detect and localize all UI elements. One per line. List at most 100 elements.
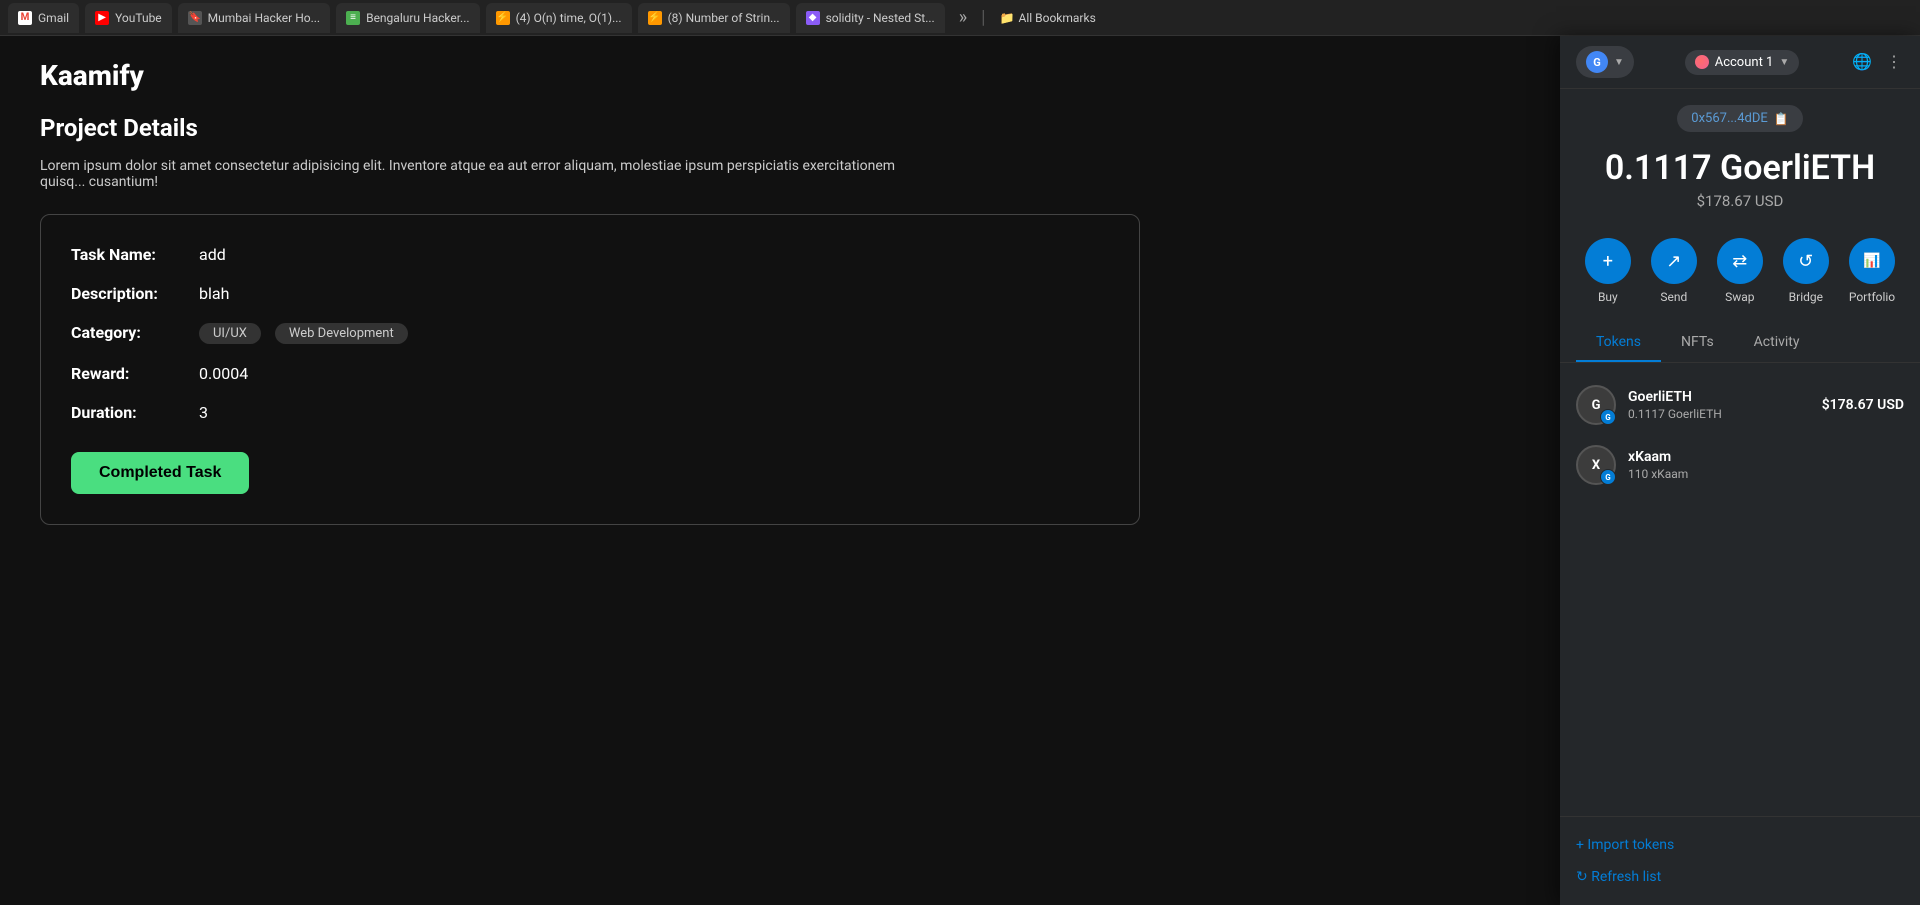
tab-bengaluru-label: Bengaluru Hacker... bbox=[366, 11, 469, 25]
tab-number-strings[interactable]: ⚡ (8) Number of Strin... bbox=[638, 3, 790, 33]
mm-tabs: Tokens NFTs Activity bbox=[1560, 324, 1920, 363]
task-category-label: Category: bbox=[71, 323, 191, 342]
task-category-field: Category: UI/UX Web Development bbox=[71, 323, 1109, 344]
mm-address-badge[interactable]: 0x567...4dDE 📋 bbox=[1677, 105, 1802, 132]
mm-swap-icon: ⇄ bbox=[1717, 238, 1763, 284]
mm-footer-actions: + Import tokens ↻ Refresh list bbox=[1560, 816, 1920, 905]
mm-network-avatar: G bbox=[1586, 51, 1608, 73]
mm-goerlieth-info: GoerliETH 0.1117 GoerliETH bbox=[1628, 389, 1810, 421]
lightning-icon-2: ⚡ bbox=[648, 11, 662, 25]
tab-solidity-label: solidity - Nested St... bbox=[826, 11, 935, 25]
mm-import-tokens-link[interactable]: + Import tokens bbox=[1576, 829, 1904, 861]
metamask-panel: G ▼ Account 1 ▼ 🌐 ⋮ 0x567...4dDE 📋 0.111… bbox=[1560, 36, 1920, 905]
mm-address-section: 0x567...4dDE 📋 bbox=[1560, 89, 1920, 140]
mm-copy-icon: 📋 bbox=[1774, 112, 1789, 126]
mm-xkaam-avatar-letter: X bbox=[1592, 458, 1600, 473]
tab-number-strings-label: (8) Number of Strin... bbox=[668, 11, 780, 25]
mm-balance-section: 0.1117 GoerliETH $178.67 USD bbox=[1560, 140, 1920, 226]
mm-account-avatar bbox=[1695, 55, 1709, 69]
mm-portfolio-action[interactable]: 📊 Portfolio bbox=[1849, 238, 1895, 304]
mm-xkaam-avatar: X G bbox=[1576, 445, 1616, 485]
mm-account-button[interactable]: Account 1 ▼ bbox=[1685, 50, 1800, 75]
task-name-field: Task Name: add bbox=[71, 245, 1109, 264]
mm-global-icon-button[interactable]: 🌐 bbox=[1850, 50, 1874, 74]
tab-solidity[interactable]: ◆ solidity - Nested St... bbox=[796, 3, 945, 33]
mm-more-icon-button[interactable]: ⋮ bbox=[1884, 50, 1904, 74]
more-tabs-button[interactable]: » bbox=[951, 7, 975, 28]
solidity-icon: ◆ bbox=[806, 11, 820, 25]
youtube-icon: ▶ bbox=[95, 11, 109, 25]
all-bookmarks-label: All Bookmarks bbox=[1018, 11, 1095, 25]
mm-network-chevron: ▼ bbox=[1614, 57, 1624, 68]
tab-mumbai[interactable]: 🔖 Mumbai Hacker Ho... bbox=[178, 3, 330, 33]
task-description-label: Description: bbox=[71, 284, 191, 303]
browser-tab-bar: M Gmail ▶ YouTube 🔖 Mumbai Hacker Ho... … bbox=[0, 0, 1920, 36]
task-reward-field: Reward: 0.0004 bbox=[71, 364, 1109, 383]
task-card: Task Name: add Description: blah Categor… bbox=[40, 214, 1140, 525]
mm-network-button[interactable]: G ▼ bbox=[1576, 46, 1634, 78]
green-icon: ≡ bbox=[346, 11, 360, 25]
category-tag-webdev: Web Development bbox=[275, 323, 408, 344]
mm-bridge-action[interactable]: ↺ Bridge bbox=[1783, 238, 1829, 304]
mm-xkaam-balance: 110 xKaam bbox=[1628, 467, 1892, 481]
task-name-label: Task Name: bbox=[71, 245, 191, 264]
main-content: Kaamify My Projects 🔔 Project Details Lo… bbox=[0, 36, 1920, 905]
mm-balance-main: 0.1117 GoerliETH bbox=[1560, 148, 1920, 188]
mm-xkaam-info: xKaam 110 xKaam bbox=[1628, 449, 1892, 481]
mm-goerlieth-avatar-letter: G bbox=[1592, 398, 1601, 413]
kaamify-logo: Kaamify bbox=[40, 59, 144, 92]
mm-portfolio-icon: 📊 bbox=[1849, 238, 1895, 284]
mm-buy-icon: + bbox=[1585, 238, 1631, 284]
mm-balance-usd: $178.67 USD bbox=[1560, 192, 1920, 210]
mm-goerlieth-balance: 0.1117 GoerliETH bbox=[1628, 407, 1810, 421]
mm-token-list: G G GoerliETH 0.1117 GoerliETH $178.67 U… bbox=[1560, 363, 1920, 816]
task-description-value: blah bbox=[199, 284, 229, 303]
task-description-field: Description: blah bbox=[71, 284, 1109, 303]
tab-gmail-label: Gmail bbox=[38, 11, 69, 25]
mm-swap-label: Swap bbox=[1725, 290, 1754, 304]
mm-header: G ▼ Account 1 ▼ 🌐 ⋮ bbox=[1560, 36, 1920, 89]
tab-mumbai-label: Mumbai Hacker Ho... bbox=[208, 11, 320, 25]
tab-on-time-label: (4) O(n) time, O(1)... bbox=[516, 11, 622, 25]
mm-tab-activity[interactable]: Activity bbox=[1734, 324, 1820, 362]
mm-refresh-list-link[interactable]: ↻ Refresh list bbox=[1576, 861, 1904, 893]
mm-portfolio-label: Portfolio bbox=[1849, 290, 1895, 304]
task-reward-value: 0.0004 bbox=[199, 364, 248, 383]
tab-youtube[interactable]: ▶ YouTube bbox=[85, 3, 172, 33]
category-tag-uiux: UI/UX bbox=[199, 323, 261, 344]
mm-xkaam-badge: G bbox=[1600, 469, 1616, 485]
tab-bengaluru[interactable]: ≡ Bengaluru Hacker... bbox=[336, 3, 479, 33]
mm-account-label: Account 1 bbox=[1715, 55, 1774, 70]
token-item-xkaam[interactable]: X G xKaam 110 xKaam bbox=[1576, 435, 1904, 495]
mm-address-text: 0x567...4dDE bbox=[1691, 111, 1768, 126]
tab-separator: | bbox=[981, 7, 985, 28]
mm-send-action[interactable]: ↗ Send bbox=[1651, 238, 1697, 304]
mm-actions: + Buy ↗ Send ⇄ Swap ↺ Bridge 📊 Portfolio bbox=[1560, 226, 1920, 324]
mm-xkaam-name: xKaam bbox=[1628, 449, 1892, 465]
project-description: Lorem ipsum dolor sit amet consectetur a… bbox=[40, 158, 940, 190]
task-reward-label: Reward: bbox=[71, 364, 191, 383]
mm-goerlieth-value: $178.67 USD bbox=[1822, 397, 1904, 413]
all-bookmarks-button[interactable]: 📁 All Bookmarks bbox=[992, 7, 1104, 29]
mm-bridge-label: Bridge bbox=[1789, 290, 1823, 304]
mm-goerlieth-avatar: G G bbox=[1576, 385, 1616, 425]
mm-tab-tokens[interactable]: Tokens bbox=[1576, 324, 1661, 362]
mm-send-icon: ↗ bbox=[1651, 238, 1697, 284]
mm-goerlieth-name: GoerliETH bbox=[1628, 389, 1810, 405]
task-duration-value: 3 bbox=[199, 403, 208, 422]
mm-goerlieth-badge: G bbox=[1600, 409, 1616, 425]
mm-buy-action[interactable]: + Buy bbox=[1585, 238, 1631, 304]
token-item-goerlieth[interactable]: G G GoerliETH 0.1117 GoerliETH $178.67 U… bbox=[1576, 375, 1904, 435]
gmail-icon: M bbox=[18, 11, 32, 25]
tab-gmail[interactable]: M Gmail bbox=[8, 3, 79, 33]
lightning-icon: ⚡ bbox=[496, 11, 510, 25]
mm-tab-nfts[interactable]: NFTs bbox=[1661, 324, 1734, 362]
tab-youtube-label: YouTube bbox=[115, 11, 162, 25]
mm-send-label: Send bbox=[1660, 290, 1687, 304]
mm-bridge-icon: ↺ bbox=[1783, 238, 1829, 284]
tab-on-time[interactable]: ⚡ (4) O(n) time, O(1)... bbox=[486, 3, 632, 33]
completed-task-button[interactable]: Completed Task bbox=[71, 452, 249, 494]
mm-buy-label: Buy bbox=[1598, 290, 1618, 304]
task-duration-label: Duration: bbox=[71, 403, 191, 422]
mm-swap-action[interactable]: ⇄ Swap bbox=[1717, 238, 1763, 304]
